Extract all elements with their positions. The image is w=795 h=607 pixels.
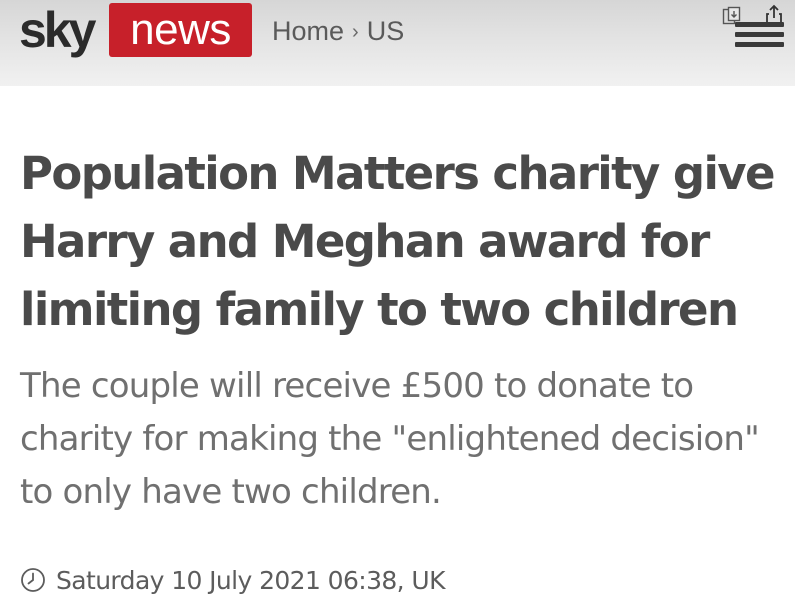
article-timestamp: Saturday 10 July 2021 06:38, UK xyxy=(56,565,445,595)
breadcrumb: Home › US xyxy=(272,14,404,51)
news-logo-badge[interactable]: news xyxy=(109,3,252,57)
breadcrumb-separator: › xyxy=(352,21,359,43)
menu-icon[interactable] xyxy=(735,22,784,48)
article-headline: Population Matters charity give Harry an… xyxy=(20,147,776,336)
sky-logo-text[interactable]: sky xyxy=(19,2,96,58)
article-standfirst: The couple will receive £500 to donate t… xyxy=(20,366,760,512)
breadcrumb-current-link[interactable]: US xyxy=(367,16,405,46)
site-header: sky news Home › US xyxy=(0,0,795,86)
breadcrumb-home-link[interactable]: Home xyxy=(272,16,344,46)
article-meta: Saturday 10 July 2021 06:38, UK xyxy=(20,560,445,600)
clock-icon xyxy=(21,568,45,592)
